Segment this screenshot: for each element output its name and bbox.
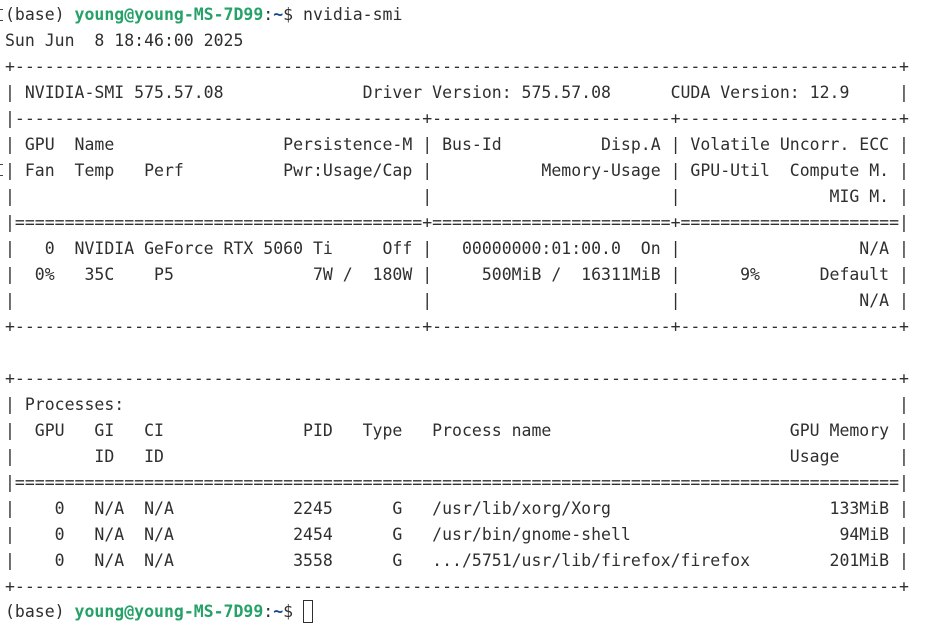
output-line: |=======================================…: [5, 213, 909, 232]
output-line: | Fan Temp Perf Pwr:Usage/Cap | Memory-U…: [5, 161, 909, 180]
output-line: | NVIDIA-SMI 575.57.08 Driver Version: 5…: [5, 83, 909, 102]
output-line: | 0 N/A N/A 2245 G /usr/lib/xorg/Xorg 13…: [5, 499, 909, 518]
output-line: |=======================================…: [5, 473, 909, 492]
output-line: | ID ID Usage |: [5, 447, 909, 466]
conda-env-label: (base): [5, 602, 75, 621]
output-line: +---------------------------------------…: [5, 317, 909, 336]
output-line: +---------------------------------------…: [5, 369, 909, 388]
active-prompt-line[interactable]: (base) young@young-MS-7D99:~$: [5, 599, 314, 625]
output-line: +---------------------------------------…: [5, 577, 909, 596]
output-line: | 0 NVIDIA GeForce RTX 5060 Ti Off | 000…: [5, 239, 909, 258]
prompt-separator: :: [263, 602, 274, 621]
command-prompt-line: (base) young@young-MS-7D99:~$ nvidia-smi: [5, 2, 402, 28]
user-host: young@young-MS-7D99: [74, 602, 264, 621]
output-line: | 0 N/A N/A 2454 G /usr/bin/gnome-shell …: [5, 525, 909, 544]
output-line: | GPU Name Persistence-M | Bus-Id Disp.A…: [5, 135, 909, 154]
output-line: | Processes: |: [5, 395, 909, 414]
command-text: nvidia-smi: [303, 5, 403, 24]
output-line: | GPU GI CI PID Type Process name GPU Me…: [5, 421, 909, 440]
output-line: +---------------------------------------…: [5, 57, 909, 76]
user-host: young@young-MS-7D99: [74, 5, 264, 24]
output-line: | | | N/A |: [5, 291, 909, 310]
output-line: | 0% 35C P5 7W / 180W | 500MiB / 16311Mi…: [5, 265, 909, 284]
current-path: ~: [273, 5, 284, 24]
prompt-symbol: $: [283, 5, 304, 24]
output-line: | | | MIG M. |: [5, 187, 909, 206]
scroll-edge-marker: [0, 164, 3, 176]
prompt-symbol: $: [283, 602, 304, 621]
terminal-window[interactable]: (base) young@young-MS-7D99:~$ nvidia-smi…: [0, 0, 947, 640]
conda-env-label: (base): [5, 5, 75, 24]
output-line: |---------------------------------------…: [5, 109, 909, 128]
output-line: Sun Jun 8 18:46:00 2025: [5, 31, 244, 50]
prompt-separator: :: [263, 5, 274, 24]
output-line: | 0 N/A N/A 3558 G .../5751/usr/lib/fire…: [5, 551, 909, 570]
scroll-edge-marker: [0, 9, 3, 21]
text-cursor[interactable]: [303, 600, 314, 623]
current-path: ~: [273, 602, 284, 621]
